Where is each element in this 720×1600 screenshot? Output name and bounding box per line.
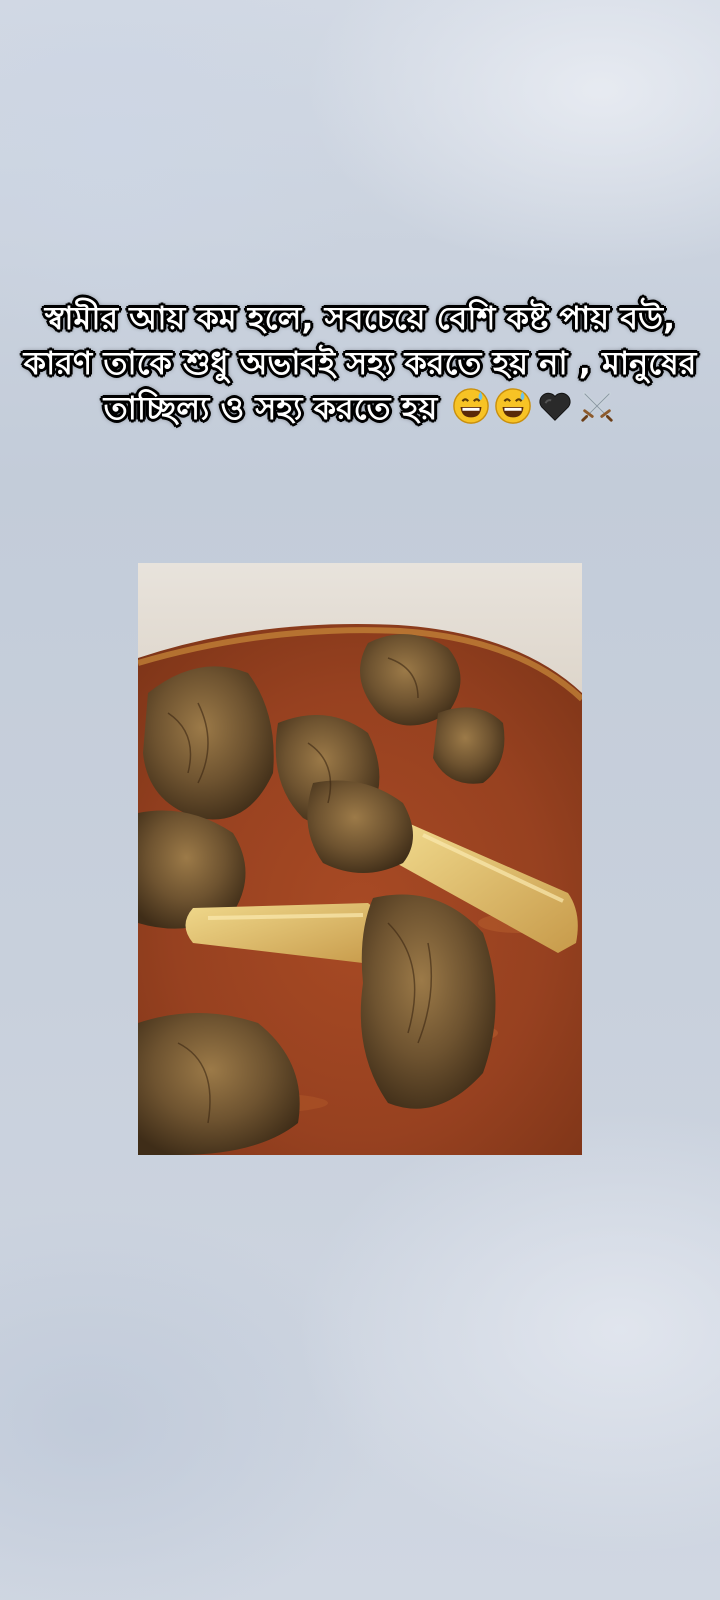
mutton-curry-photo — [138, 563, 582, 1155]
crossed-swords-icon — [578, 387, 616, 425]
grinning-sweat-icon — [494, 387, 532, 425]
black-heart-icon — [536, 387, 574, 425]
grinning-sweat-icon — [452, 387, 490, 425]
curry-pot-illustration — [138, 563, 582, 1155]
post-caption: স্বামীর আয় কম হলে, সবচেয়ে বেশি কষ্ট পা… — [20, 296, 700, 431]
